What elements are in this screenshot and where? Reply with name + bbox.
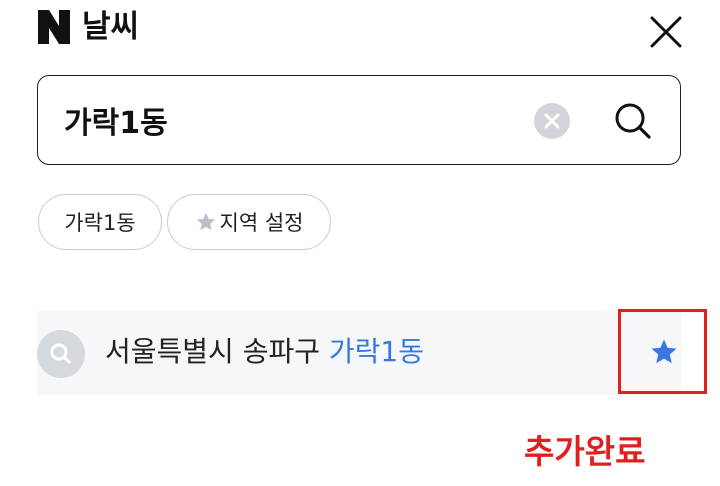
search-icon [615, 103, 651, 139]
search-button[interactable] [612, 100, 654, 142]
chip-recent-location[interactable]: 가락1동 [38, 194, 162, 250]
star-icon [196, 212, 215, 231]
result-search-icon-badge [37, 330, 85, 378]
close-button[interactable] [644, 10, 688, 54]
search-icon [50, 343, 71, 364]
search-input[interactable] [64, 96, 504, 144]
chip-label: 지역 설정 [219, 211, 304, 235]
search-box [37, 75, 681, 165]
page-title: 날씨 [82, 9, 140, 45]
close-icon [650, 16, 682, 48]
naver-n-logo [38, 10, 70, 44]
result-address-highlight: 가락1동 [328, 335, 424, 368]
result-address-prefix: 서울특별시 송파구 [105, 335, 329, 368]
result-address: 서울특별시 송파구 가락1동 [105, 333, 424, 371]
chip-region-setting[interactable]: 지역 설정 [167, 194, 331, 250]
favorite-button[interactable] [618, 309, 707, 394]
weather-search-page: 날씨 가락1동 지역 설정 [0, 0, 720, 486]
clear-icon [544, 113, 560, 129]
chip-label: 가락1동 [64, 211, 136, 235]
search-result-item[interactable]: 서울특별시 송파구 가락1동 [37, 311, 681, 395]
clear-search-button[interactable] [534, 103, 570, 139]
star-icon [651, 339, 677, 364]
added-notice: 추가완료 [524, 432, 646, 471]
